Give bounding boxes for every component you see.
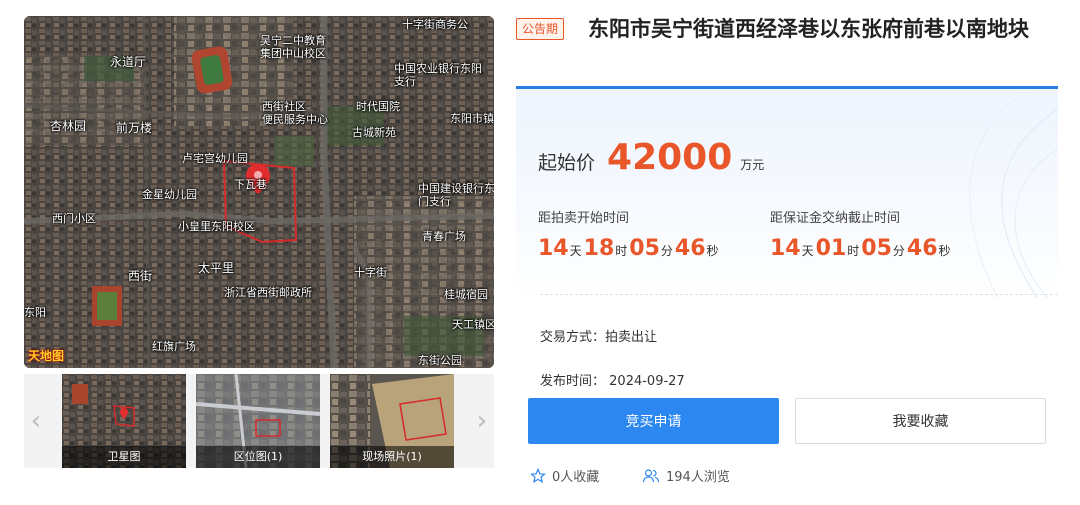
lot-title: 东阳市吴宁街道西经泽巷以东张府前巷以南地块 [588, 17, 1029, 41]
deposit-deadline-countdown: 距保证金交纳截止时间 14 天 01 时 05 分 46 秒 [770, 207, 953, 261]
auction-start-label: 距拍卖开始时间 [538, 211, 630, 226]
countdown-minutes-unit: 分 [660, 244, 673, 258]
trade-mode: 交易方式：拍卖出让 [540, 330, 658, 345]
countdown-seconds: 46 [906, 236, 938, 261]
map-label-tiangong: 天工镇区 [452, 318, 494, 331]
price-panel: 起始价 42000 万元 距拍卖开始时间 14 天 18 时 05 分 46 秒… [516, 86, 1058, 298]
price-unit: 万元 [740, 158, 765, 172]
satellite-map-view[interactable]: 吴宁二中教育 集团中山校区 十字街商务公 永道厅 中国农业银行东阳 支行 西街社… [24, 16, 494, 368]
thumbnail-location[interactable]: 区位图(1) [196, 374, 320, 468]
map-label-taiping: 太平里 [198, 261, 235, 275]
add-favorite-button[interactable]: 我要收藏 [795, 398, 1046, 444]
map-label-xijie: 西街社区 便民服务中心 [262, 100, 328, 126]
map-label-yongdaoting: 永道厅 [110, 55, 147, 69]
map-label-hongqi: 红旗广场 [152, 340, 196, 353]
map-label-xingyuan: 杏林园 [50, 119, 87, 133]
countdown-hours-unit: 时 [847, 244, 860, 258]
map-label-lugong: 卢宅宫幼儿园 [182, 152, 248, 165]
auction-start-countdown: 距拍卖开始时间 14 天 18 时 05 分 46 秒 [538, 207, 721, 261]
chevron-right-icon: › [476, 406, 488, 436]
publish-date-label: 发布时间： [540, 374, 606, 389]
map-label-xijie-road: 西街 [128, 269, 153, 283]
countdown-days: 14 [538, 236, 569, 261]
map-label-shizi: 十字街商务公 [402, 18, 468, 31]
users-icon [642, 468, 660, 482]
countdown-days-unit: 天 [569, 244, 582, 258]
countdown-hours: 18 [583, 236, 615, 261]
map-label-dongjie: 东街公园 [418, 354, 462, 367]
tianditu-logo: 天地图 [28, 349, 65, 363]
countdown-hours: 01 [815, 236, 847, 261]
map-label-ximen: 西门小区 [52, 212, 96, 225]
thumbnail-site-photo-caption: 现场照片(1) [330, 446, 454, 468]
deposit-deadline-timer: 14 天 01 时 05 分 46 秒 [770, 236, 953, 261]
countdown-seconds-unit: 秒 [938, 244, 951, 258]
countdown-minutes: 05 [629, 236, 660, 261]
deposit-deadline-label: 距保证金交纳截止时间 [770, 211, 901, 226]
views-count-text: 194人浏览 [666, 470, 730, 485]
map-label-guanyun: 桂城宿园 [444, 288, 488, 301]
publish-date-row: 发布时间： 2024-09-27 [540, 370, 685, 389]
map-label-nongye: 中国农业银行东阳 支行 [394, 62, 482, 88]
star-outline-icon [530, 467, 546, 483]
favorites-count[interactable]: 0人收藏 [530, 466, 599, 485]
publish-date-value: 2024-09-27 [609, 374, 685, 389]
countdown-days: 14 [770, 236, 801, 261]
countdown-seconds-unit: 秒 [706, 244, 719, 258]
status-badge: 公告期 [516, 18, 565, 40]
views-count: 194人浏览 [642, 466, 730, 485]
countdown-minutes: 05 [861, 236, 892, 261]
map-label-dongyang: 东阳市镇 [450, 112, 494, 125]
thumbnail-location-caption: 区位图(1) [196, 446, 320, 468]
section-divider [540, 294, 1058, 295]
bid-apply-button[interactable]: 竞买申请 [528, 398, 779, 444]
decorative-lines [969, 89, 1058, 298]
carousel-prev-button[interactable]: ‹ [24, 374, 48, 468]
countdown-days-unit: 天 [801, 244, 814, 258]
map-label-xiaohuangli: 小皇里东阳校区 [178, 220, 255, 233]
thumbnail-satellite-caption: 卫星图 [62, 446, 186, 468]
map-label-shidai: 时代国院 [356, 100, 400, 113]
price-value: 42000 [607, 137, 733, 178]
countdown-seconds: 46 [674, 236, 706, 261]
map-label-xiawaxiang: 下瓦巷 [234, 178, 267, 191]
map-label-jianshe: 中国建设银行东阳 门支行 [418, 182, 494, 208]
auction-start-timer: 14 天 18 时 05 分 46 秒 [538, 236, 721, 261]
thumbnail-satellite[interactable]: 卫星图 [62, 374, 186, 468]
chevron-left-icon: ‹ [30, 406, 42, 436]
price-label: 起始价 [538, 152, 596, 174]
map-label-qingchun: 青春广场 [422, 230, 466, 243]
thumbnail-carousel: ‹ 卫星图 区位图(1) 现场照片(1) › [24, 374, 494, 468]
carousel-next-button[interactable]: › [470, 374, 494, 468]
map-label-zheng: 浙江省西街邮政所 [224, 286, 312, 299]
map-label-dongyangxi: 东阳 [24, 306, 46, 319]
map-label-shizijie: 十字街 [354, 266, 387, 279]
map-label-jinxing: 金星幼儿园 [142, 188, 197, 201]
thumbnail-site-photo[interactable]: 现场照片(1) [330, 374, 454, 468]
map-label-gudu: 古城新苑 [352, 126, 396, 139]
countdown-hours-unit: 时 [615, 244, 628, 258]
countdown-minutes-unit: 分 [892, 244, 905, 258]
map-label-qianwan: 前万楼 [116, 121, 153, 135]
map-label-school: 吴宁二中教育 集团中山校区 [260, 34, 326, 60]
starting-price: 起始价 42000 万元 [538, 137, 764, 178]
favorites-count-text: 0人收藏 [552, 470, 600, 485]
